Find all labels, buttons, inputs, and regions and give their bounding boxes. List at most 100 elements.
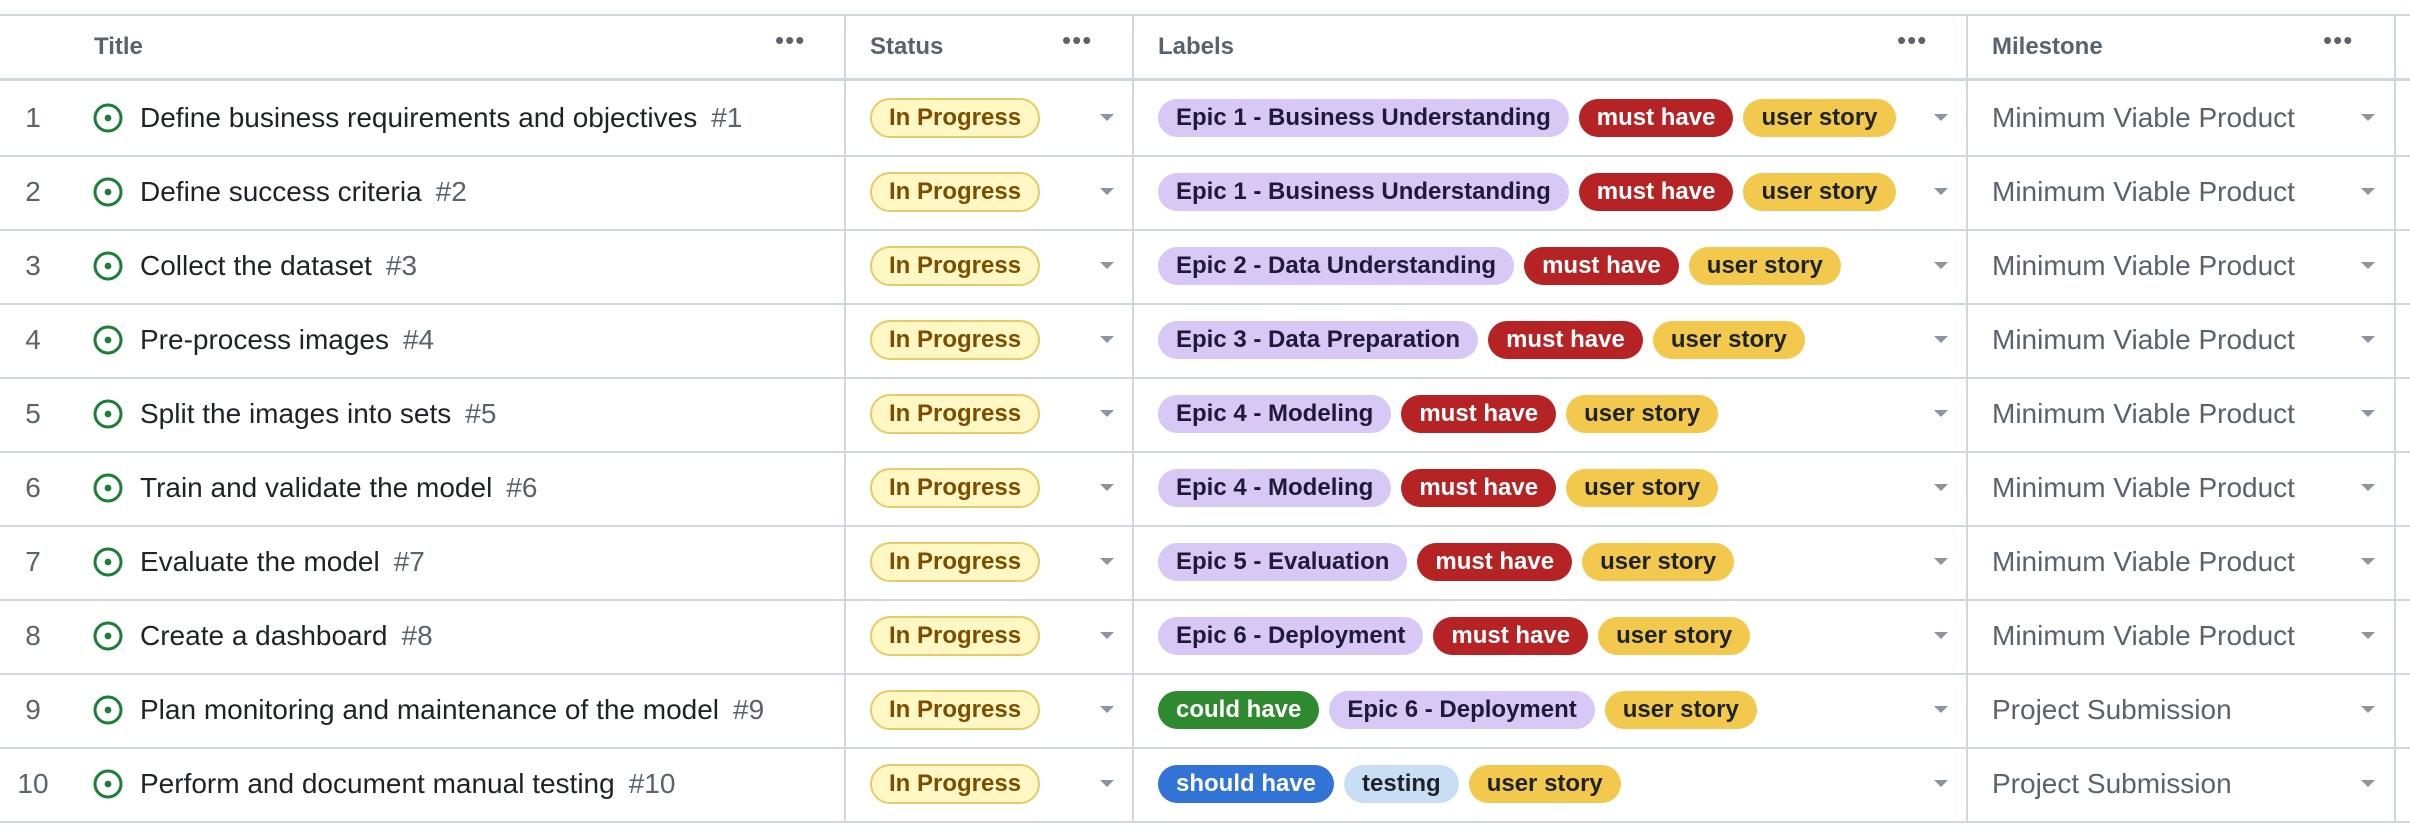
milestone-cell[interactable]: Minimum Viable Product	[1992, 229, 2295, 303]
table-row[interactable]: 2 Define success criteria #2 In Progress Epi…	[0, 155, 2410, 231]
status-dropdown-chevron-down-icon[interactable]	[1100, 262, 1114, 269]
status-cell[interactable]: In Progress	[870, 377, 1041, 451]
status-dropdown-chevron-down-icon[interactable]	[1100, 632, 1114, 639]
column-divider-status[interactable]	[1132, 16, 1134, 822]
status-cell[interactable]: In Progress	[870, 525, 1041, 599]
labels-column-menu-icon[interactable]: •••	[1897, 27, 1927, 53]
milestone-dropdown-chevron-down-icon[interactable]	[2361, 114, 2375, 121]
table-row[interactable]: 6 Train and validate the model #6 In Progre…	[0, 451, 2410, 527]
issue-title-link[interactable]: Perform and document manual testing	[140, 768, 615, 800]
issue-title-link[interactable]: Define success criteria	[140, 176, 422, 208]
title-column-menu-icon[interactable]: •••	[775, 27, 805, 53]
labels-dropdown-chevron-down-icon[interactable]	[1934, 410, 1948, 417]
milestone-dropdown-chevron-down-icon[interactable]	[2361, 632, 2375, 639]
issue-title-link[interactable]: Collect the dataset	[140, 250, 372, 282]
column-header-status[interactable]: Status	[870, 16, 943, 78]
milestone-dropdown-chevron-down-icon[interactable]	[2361, 484, 2375, 491]
milestone-cell[interactable]: Minimum Viable Product	[1992, 155, 2295, 229]
title-cell[interactable]: Pre-process images #4	[92, 303, 434, 377]
table-row[interactable]: 7 Evaluate the model #7 In Progress Epic 5 -…	[0, 525, 2410, 601]
issue-title-link[interactable]: Plan monitoring and maintenance of the m…	[140, 694, 719, 726]
milestone-dropdown-chevron-down-icon[interactable]	[2361, 706, 2375, 713]
column-divider-milestone[interactable]	[2394, 16, 2396, 822]
status-dropdown-chevron-down-icon[interactable]	[1100, 484, 1114, 491]
table-row[interactable]: 10 Perform and document manual testing #10…	[0, 747, 2410, 823]
column-divider-labels[interactable]	[1966, 16, 1968, 822]
title-cell[interactable]: Define business requirements and objecti…	[92, 81, 742, 155]
title-cell[interactable]: Define success criteria #2	[92, 155, 467, 229]
labels-cell[interactable]: Epic 2 - Data Understanding must have user…	[1158, 229, 1851, 303]
table-row[interactable]: 9 Plan monitoring and maintenance of the …	[0, 673, 2410, 749]
title-cell[interactable]: Split the images into sets #5	[92, 377, 496, 451]
milestone-dropdown-chevron-down-icon[interactable]	[2361, 558, 2375, 565]
status-dropdown-chevron-down-icon[interactable]	[1100, 558, 1114, 565]
issue-title-link[interactable]: Pre-process images	[140, 324, 389, 356]
column-header-milestone[interactable]: Milestone	[1992, 16, 2103, 78]
status-dropdown-chevron-down-icon[interactable]	[1100, 410, 1114, 417]
labels-cell[interactable]: Epic 4 - Modeling must have user story	[1158, 377, 1728, 451]
title-cell[interactable]: Perform and document manual testing #10	[92, 747, 675, 821]
table-row[interactable]: 5 Split the images into sets #5 In Progress…	[0, 377, 2410, 453]
labels-cell[interactable]: Epic 1 - Business Understanding must have…	[1158, 81, 1906, 155]
table-row[interactable]: 4 Pre-process images #4 In Progress Epic 3 -…	[0, 303, 2410, 379]
status-cell[interactable]: In Progress	[870, 451, 1041, 525]
labels-cell[interactable]: should have testing user story	[1158, 747, 1631, 821]
column-divider-title[interactable]	[844, 16, 846, 822]
status-cell[interactable]: In Progress	[870, 303, 1041, 377]
labels-dropdown-chevron-down-icon[interactable]	[1934, 114, 1948, 121]
status-cell[interactable]: In Progress	[870, 229, 1041, 303]
labels-cell[interactable]: Epic 6 - Deployment must have user story	[1158, 599, 1760, 673]
milestone-cell[interactable]: Project Submission	[1992, 747, 2232, 821]
status-dropdown-chevron-down-icon[interactable]	[1100, 336, 1114, 343]
labels-dropdown-chevron-down-icon[interactable]	[1934, 558, 1948, 565]
labels-cell[interactable]: Epic 4 - Modeling must have user story	[1158, 451, 1728, 525]
labels-cell[interactable]: Epic 1 - Business Understanding must have…	[1158, 155, 1906, 229]
labels-dropdown-chevron-down-icon[interactable]	[1934, 780, 1948, 787]
milestone-cell[interactable]: Minimum Viable Product	[1992, 451, 2295, 525]
status-cell[interactable]: In Progress	[870, 599, 1041, 673]
labels-dropdown-chevron-down-icon[interactable]	[1934, 706, 1948, 713]
labels-cell[interactable]: Epic 5 - Evaluation must have user story	[1158, 525, 1744, 599]
labels-dropdown-chevron-down-icon[interactable]	[1934, 188, 1948, 195]
labels-dropdown-chevron-down-icon[interactable]	[1934, 262, 1948, 269]
milestone-dropdown-chevron-down-icon[interactable]	[2361, 780, 2375, 787]
labels-dropdown-chevron-down-icon[interactable]	[1934, 336, 1948, 343]
milestone-cell[interactable]: Minimum Viable Product	[1992, 599, 2295, 673]
status-dropdown-chevron-down-icon[interactable]	[1100, 188, 1114, 195]
title-cell[interactable]: Create a dashboard #8	[92, 599, 433, 673]
status-cell[interactable]: In Progress	[870, 81, 1041, 155]
table-row[interactable]: 8 Create a dashboard #8 In Progress Epic 6 -…	[0, 599, 2410, 675]
labels-dropdown-chevron-down-icon[interactable]	[1934, 632, 1948, 639]
status-dropdown-chevron-down-icon[interactable]	[1100, 706, 1114, 713]
status-dropdown-chevron-down-icon[interactable]	[1100, 780, 1114, 787]
status-cell[interactable]: In Progress	[870, 673, 1041, 747]
table-row[interactable]: 1 Define business requirements and object…	[0, 81, 2410, 157]
issue-title-link[interactable]: Evaluate the model	[140, 546, 380, 578]
title-cell[interactable]: Plan monitoring and maintenance of the m…	[92, 673, 764, 747]
title-cell[interactable]: Collect the dataset #3	[92, 229, 417, 303]
milestone-cell[interactable]: Project Submission	[1992, 673, 2232, 747]
status-dropdown-chevron-down-icon[interactable]	[1100, 114, 1114, 121]
milestone-cell[interactable]: Minimum Viable Product	[1992, 525, 2295, 599]
title-cell[interactable]: Evaluate the model #7	[92, 525, 425, 599]
title-cell[interactable]: Train and validate the model #6	[92, 451, 537, 525]
milestone-dropdown-chevron-down-icon[interactable]	[2361, 188, 2375, 195]
status-cell[interactable]: In Progress	[870, 747, 1041, 821]
milestone-dropdown-chevron-down-icon[interactable]	[2361, 262, 2375, 269]
issue-title-link[interactable]: Train and validate the model	[140, 472, 492, 504]
milestone-cell[interactable]: Minimum Viable Product	[1992, 377, 2295, 451]
status-cell[interactable]: In Progress	[870, 155, 1041, 229]
milestone-cell[interactable]: Minimum Viable Product	[1992, 303, 2295, 377]
labels-dropdown-chevron-down-icon[interactable]	[1934, 484, 1948, 491]
column-header-labels[interactable]: Labels	[1158, 16, 1234, 78]
status-column-menu-icon[interactable]: •••	[1062, 27, 1092, 53]
column-header-title[interactable]: Title	[94, 16, 143, 78]
milestone-column-menu-icon[interactable]: •••	[2323, 27, 2353, 53]
table-row[interactable]: 3 Collect the dataset #3 In Progress Epic 2 …	[0, 229, 2410, 305]
issue-title-link[interactable]: Split the images into sets	[140, 398, 451, 430]
issue-title-link[interactable]: Create a dashboard	[140, 620, 388, 652]
milestone-dropdown-chevron-down-icon[interactable]	[2361, 410, 2375, 417]
milestone-dropdown-chevron-down-icon[interactable]	[2361, 336, 2375, 343]
labels-cell[interactable]: could have Epic 6 - Deployment user story	[1158, 673, 1767, 747]
issue-title-link[interactable]: Define business requirements and objecti…	[140, 102, 697, 134]
